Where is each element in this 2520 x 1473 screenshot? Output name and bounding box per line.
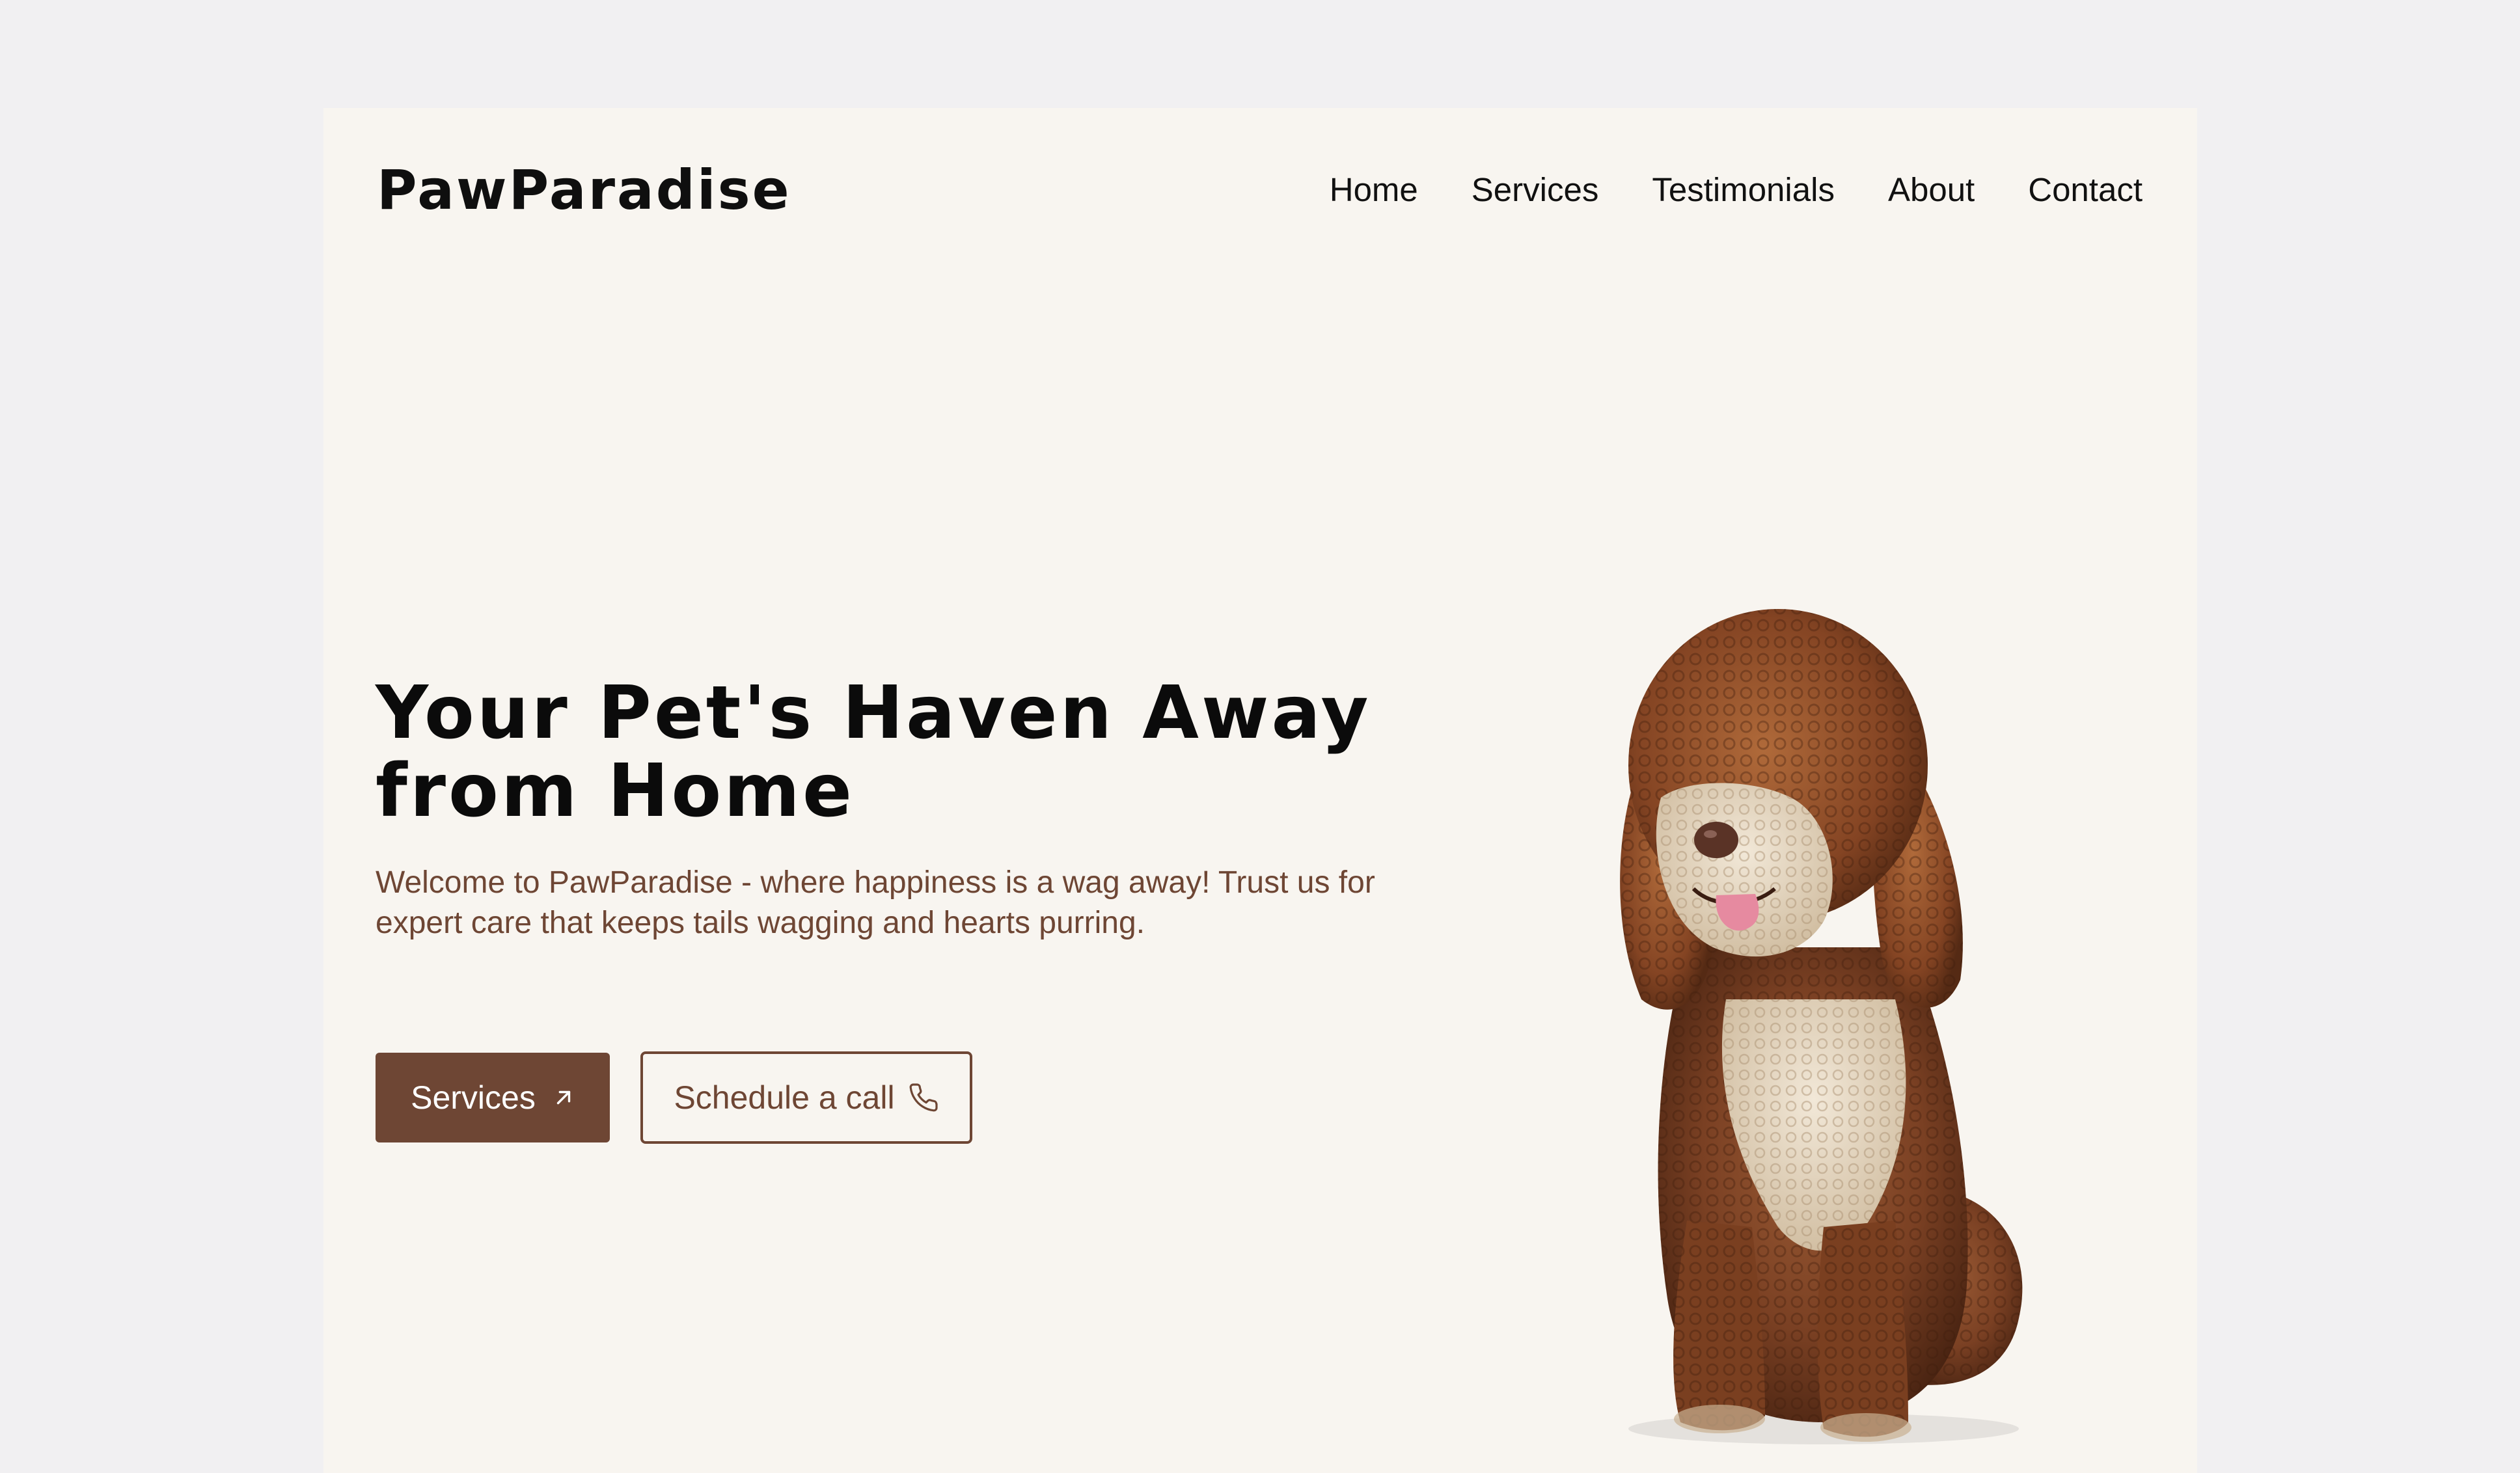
arrow-up-right-icon (553, 1087, 575, 1109)
main-nav: Home Services Testimonials About Contact (1330, 173, 2143, 206)
schedule-call-button[interactable]: Schedule a call (640, 1051, 972, 1144)
services-button-label: Services (411, 1079, 536, 1116)
site-logo[interactable]: PawParadise (377, 163, 791, 217)
phone-icon (908, 1082, 939, 1113)
hero-title: Your Pet's Haven Away from Home (376, 671, 1371, 833)
services-button[interactable]: Services (376, 1053, 610, 1142)
nav-link-testimonials[interactable]: Testimonials (1652, 173, 1835, 206)
nav-link-services[interactable]: Services (1472, 173, 1599, 206)
site-header: PawParadise Home Services Testimonials A… (323, 108, 2197, 280)
nav-link-about[interactable]: About (1888, 173, 1975, 206)
dog-image (1518, 583, 2143, 1455)
hero-subtitle: Welcome to PawParadise - where happiness… (376, 865, 1375, 940)
schedule-call-button-label: Schedule a call (674, 1079, 895, 1116)
page-container: PawParadise Home Services Testimonials A… (323, 108, 2197, 1473)
nav-link-contact[interactable]: Contact (2028, 173, 2143, 206)
nav-link-home[interactable]: Home (1330, 173, 1418, 206)
